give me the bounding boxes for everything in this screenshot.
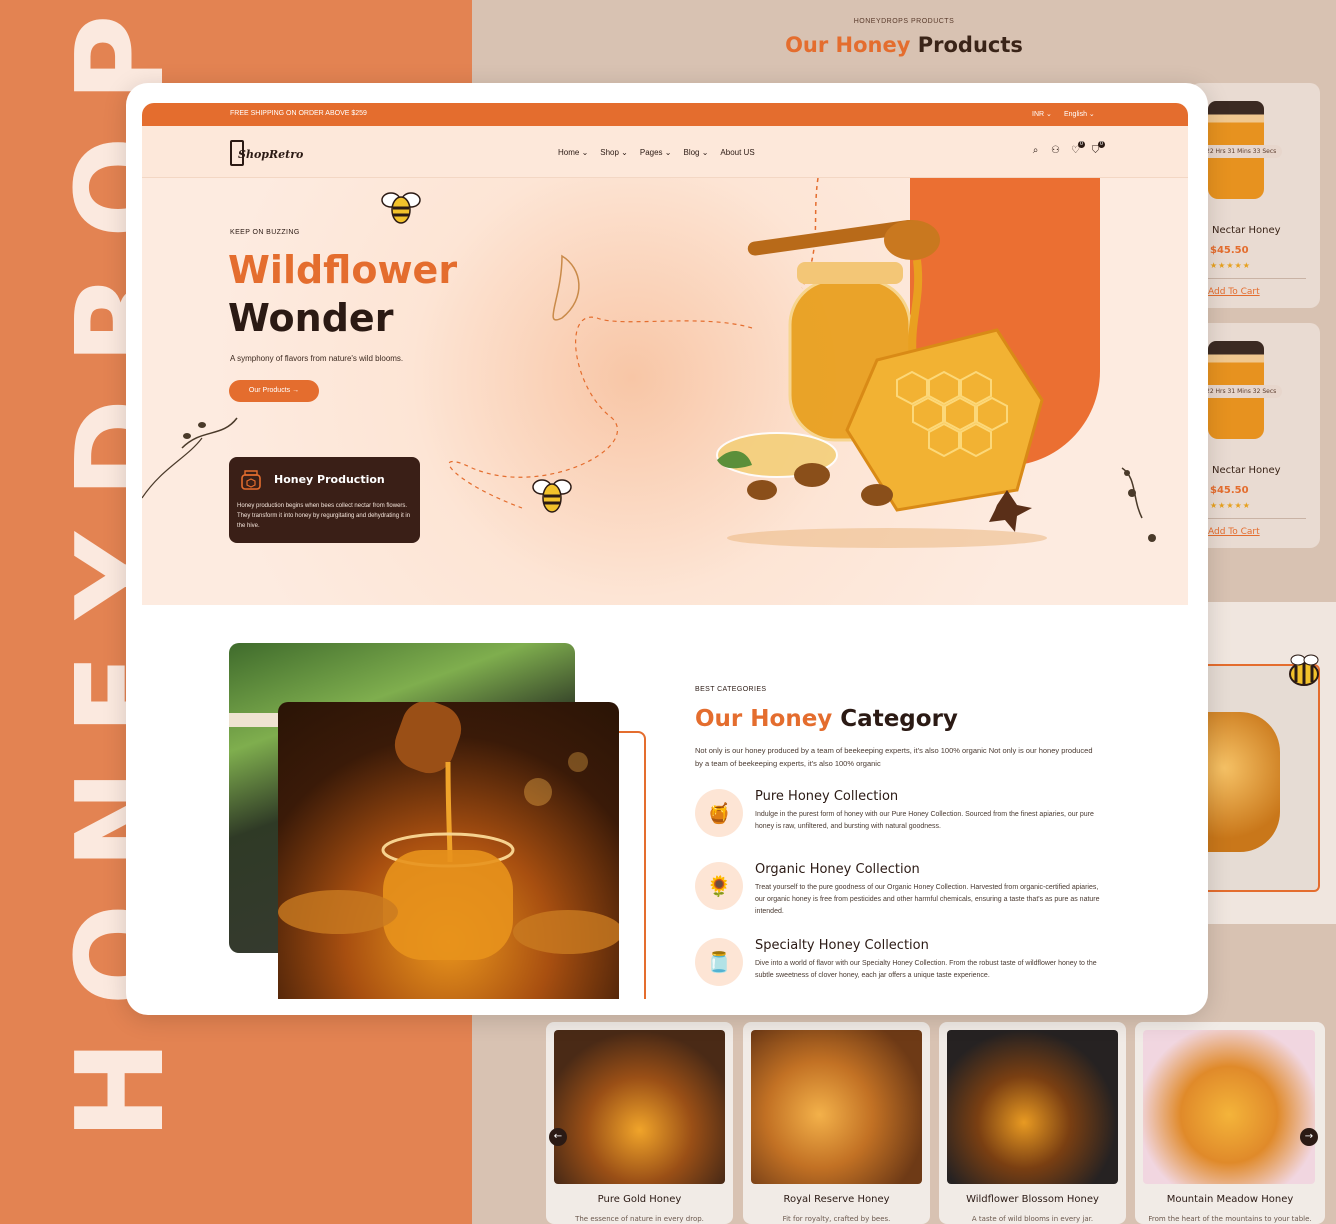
product-desc: A taste of wild blooms in every jar.: [971, 1215, 1094, 1223]
product-card[interactable]: Wildflower Blossom Honey A taste of wild…: [939, 1022, 1126, 1224]
wishlist-icon[interactable]: ♡ 0: [1070, 141, 1085, 157]
rating-stars: ★★★★★: [1210, 501, 1251, 510]
bee-icon: [532, 479, 572, 513]
product-image: [554, 1030, 725, 1184]
shipping-notice: FREE SHIPPING ON ORDER ABOVE $259: [230, 110, 367, 117]
honey-dipper-illustration: [278, 702, 619, 960]
honey-pot-icon: [241, 470, 261, 490]
bg-section-title: Our Honey Products: [785, 33, 1023, 57]
main-menu: Home ⌄ Shop ⌄ Pages ⌄ Blog ⌄ About US: [558, 148, 755, 157]
product-image: [1143, 1030, 1315, 1184]
logo-text: ShopRetro: [238, 148, 304, 161]
background-section-header: HONEYDROPS PRODUCTS Our Honey Products: [472, 18, 1336, 57]
cart-count-badge: 0: [1098, 141, 1105, 148]
category-item-title[interactable]: Organic Honey Collection: [755, 862, 920, 877]
product-card[interactable]: Pure Gold Honey The essence of nature in…: [546, 1022, 733, 1224]
wishlist-count-badge: 0: [1078, 141, 1085, 148]
product-image: [947, 1030, 1118, 1184]
product-card[interactable]: Royal Reserve Honey Fit for royalty, cra…: [743, 1022, 930, 1224]
hero-kicker: KEEP ON BUZZING: [230, 229, 300, 236]
divider: [1200, 518, 1306, 519]
hero-title-line2: Wonder: [228, 296, 394, 340]
website-screen: FREE SHIPPING ON ORDER ABOVE $259 INR ⌄ …: [142, 103, 1188, 999]
product-card[interactable]: Mountain Meadow Honey From the heart of …: [1135, 1022, 1325, 1224]
product-desc: From the heart of the mountains to your …: [1148, 1215, 1312, 1223]
product-name[interactable]: Pure Gold Honey: [546, 1194, 733, 1205]
bee-icon: [1289, 654, 1319, 686]
nav-item-about[interactable]: About US: [720, 148, 754, 157]
search-icon[interactable]: ⌕: [1030, 145, 1041, 157]
category-item-text: Treat yourself to the pure goodness of o…: [755, 884, 1100, 915]
nav-item-pages[interactable]: Pages ⌄: [640, 148, 672, 157]
header-actions: ⌕ ⚇ ♡ 0 ⛉ 0: [1030, 141, 1105, 157]
info-card-text: Honey production begins when bees collec…: [237, 503, 411, 529]
bg-product-card[interactable]: 22 Hrs 31 Mins 33 Secs Nectar Honey $45.…: [1190, 83, 1320, 308]
category-item-title[interactable]: Pure Honey Collection: [755, 789, 898, 804]
hero-title-line1: Wildflower: [228, 248, 458, 292]
website-mockup-frame: FREE SHIPPING ON ORDER ABOVE $259 INR ⌄ …: [126, 83, 1208, 1015]
nav-item-shop[interactable]: Shop ⌄: [600, 148, 628, 157]
sunflower-icon: 🌻: [695, 862, 743, 910]
rating-stars: ★★★★★: [1210, 261, 1251, 270]
announcement-bar: FREE SHIPPING ON ORDER ABOVE $259 INR ⌄ …: [142, 103, 1188, 126]
product-name[interactable]: Wildflower Blossom Honey: [939, 1194, 1126, 1205]
language-select[interactable]: English ⌄: [1064, 110, 1095, 118]
site-logo[interactable]: ShopRetro: [228, 134, 304, 170]
our-products-button[interactable]: Our Products →: [229, 380, 319, 402]
hero-subtitle: A symphony of flavors from nature's wild…: [230, 354, 404, 363]
bottom-product-carousel: Pure Gold Honey The essence of nature in…: [546, 1022, 1336, 1224]
info-card-title: Honey Production: [274, 473, 385, 486]
user-icon[interactable]: ⚇: [1050, 145, 1061, 157]
bg-section-kicker: HONEYDROPS PRODUCTS: [853, 18, 955, 25]
honey-jar-illustration: [716, 220, 1047, 548]
product-desc: Fit for royalty, crafted by bees.: [782, 1215, 891, 1223]
currency-select[interactable]: INR ⌄: [1032, 110, 1052, 118]
add-to-cart-link[interactable]: Add To Cart: [1208, 527, 1260, 537]
honey-jar-icon: 🫙: [695, 938, 743, 986]
countdown-timer: 22 Hrs 31 Mins 33 Secs: [1200, 145, 1283, 158]
carousel-prev-button[interactable]: ←: [549, 1128, 567, 1146]
honey-production-card: Honey Production Honey production begins…: [229, 457, 420, 543]
main-navbar: ShopRetro Home ⌄ Shop ⌄ Pages ⌄ Blog ⌄ A…: [142, 126, 1188, 178]
product-price: $45.50: [1210, 485, 1249, 496]
product-name[interactable]: Nectar Honey: [1212, 225, 1281, 236]
honey-dipper-icon: 🍯: [695, 789, 743, 837]
product-price: $45.50: [1210, 245, 1249, 256]
nav-item-home[interactable]: Home ⌄: [558, 148, 588, 157]
nav-item-blog[interactable]: Blog ⌄: [683, 148, 708, 157]
cart-icon[interactable]: ⛉ 0: [1090, 141, 1105, 157]
category-kicker: BEST CATEGORIES: [695, 686, 767, 693]
product-name[interactable]: Mountain Meadow Honey: [1135, 1194, 1325, 1205]
product-image: [751, 1030, 922, 1184]
product-name[interactable]: Royal Reserve Honey: [743, 1194, 930, 1205]
bee-icon: [381, 192, 421, 224]
category-description: Not only is our honey produced by a team…: [695, 746, 1093, 768]
divider: [1200, 278, 1306, 279]
hero-section: KEEP ON BUZZING Wildflower Wonder A symp…: [142, 178, 1188, 605]
category-item-title[interactable]: Specialty Honey Collection: [755, 938, 929, 953]
category-item-text: Dive into a world of flavor with our Spe…: [755, 960, 1097, 979]
honey-drip-image: [1200, 712, 1280, 852]
carousel-next-button[interactable]: →: [1300, 1128, 1318, 1146]
product-desc: The essence of nature in every drop.: [575, 1215, 704, 1223]
add-to-cart-link[interactable]: Add To Cart: [1208, 287, 1260, 297]
category-item-text: Indulge in the purest form of honey with…: [755, 811, 1094, 830]
countdown-timer: 22 Hrs 31 Mins 32 Secs: [1200, 385, 1283, 398]
category-section: BEST CATEGORIES Our Honey Category Not o…: [142, 605, 1188, 999]
category-title: Our Honey Category: [695, 706, 958, 732]
bg-product-card[interactable]: 22 Hrs 31 Mins 32 Secs Nectar Honey $45.…: [1190, 323, 1320, 548]
honey-dipper-photo: [278, 702, 619, 999]
product-name[interactable]: Nectar Honey: [1212, 465, 1281, 476]
